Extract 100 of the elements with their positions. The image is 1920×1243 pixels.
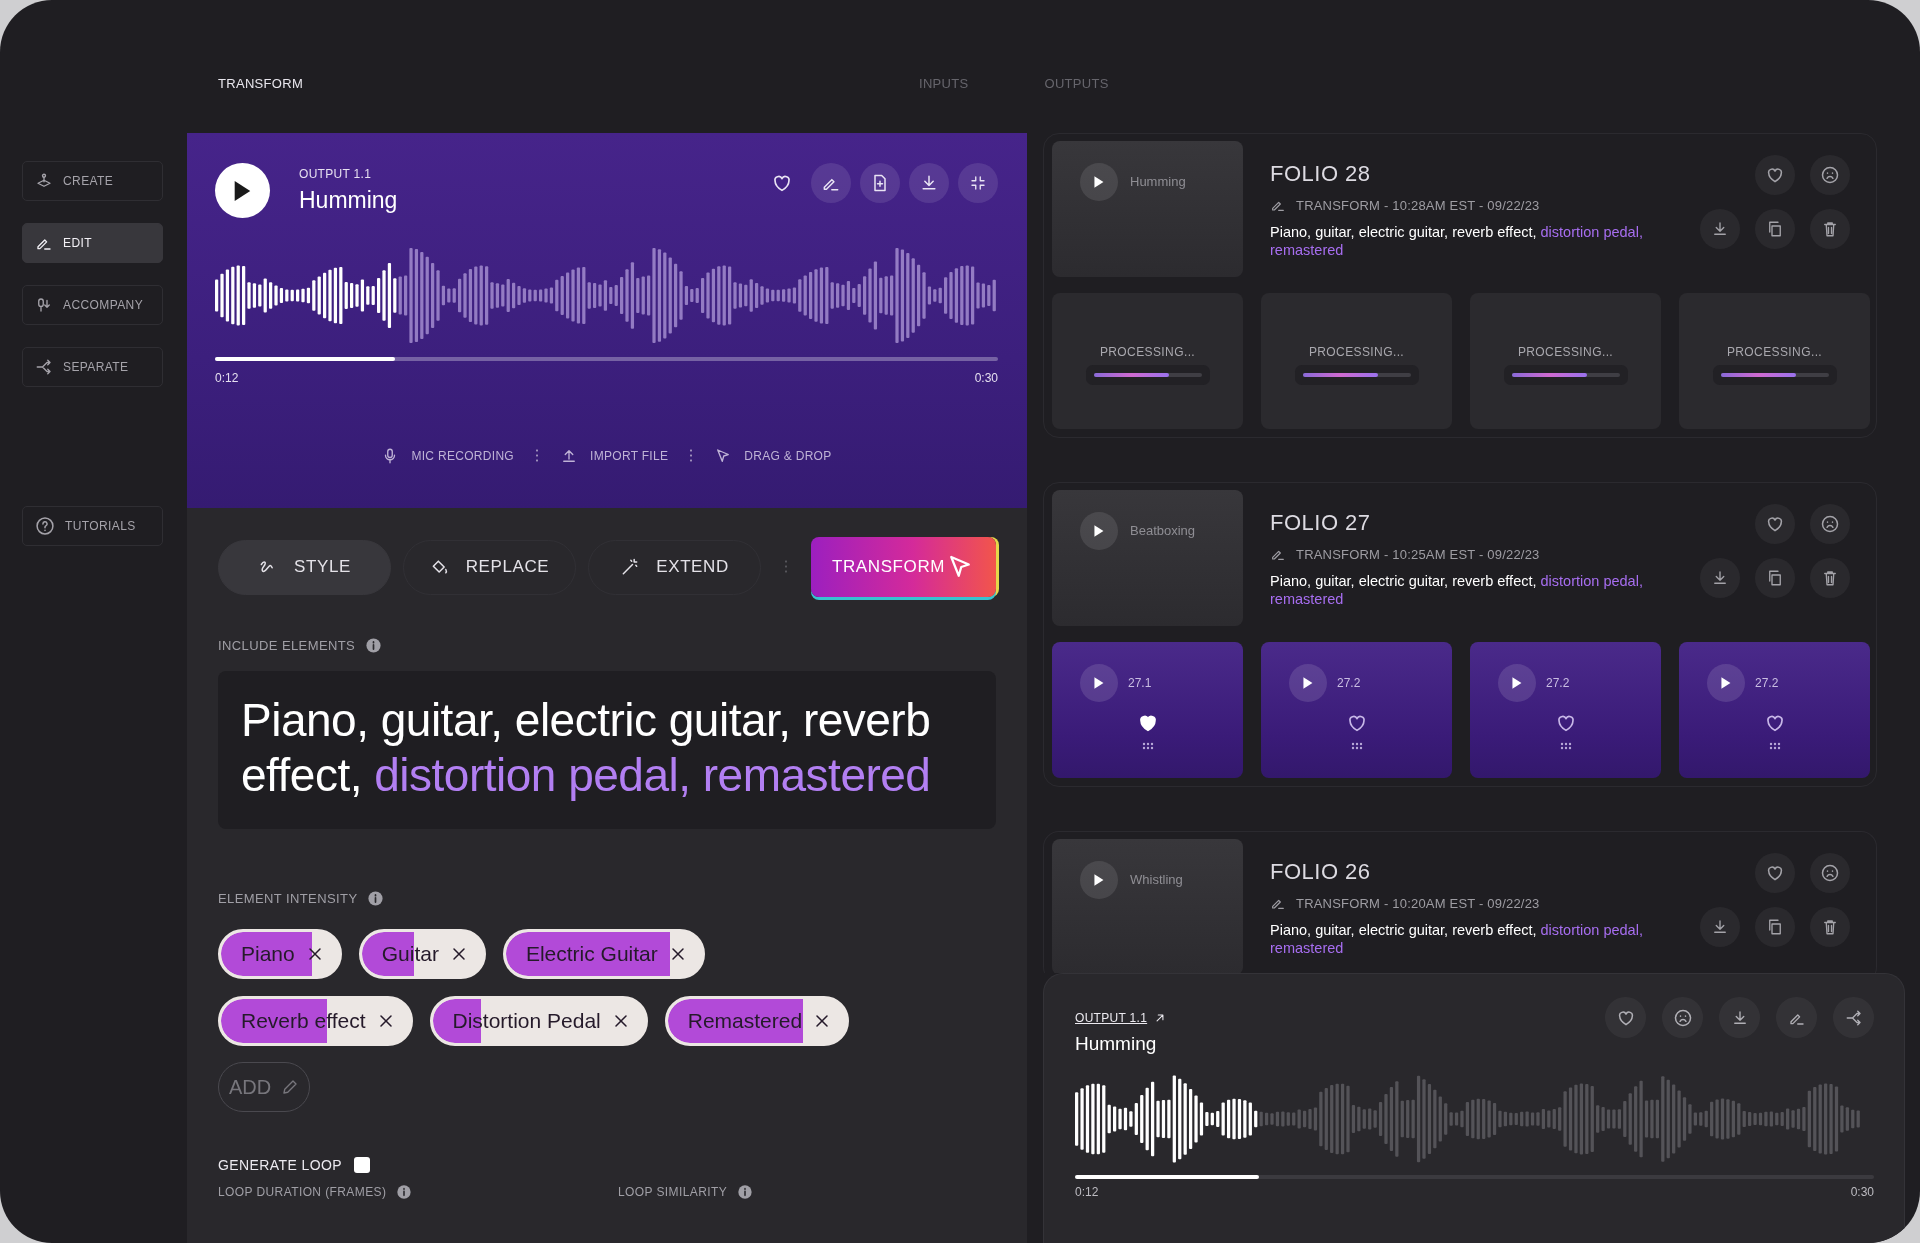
delete-button[interactable] xyxy=(1810,907,1850,947)
time-total: 0:30 xyxy=(974,371,998,385)
input-name: Beatboxing xyxy=(1130,523,1196,538)
section-label: INCLUDE ELEMENTS xyxy=(218,638,356,653)
like-button[interactable] xyxy=(1755,504,1795,544)
folio-meta: TRANSFORM - 10:20AM EST - 09/22/23 xyxy=(1296,895,1540,911)
source-option[interactable]: DRAG & DROP xyxy=(714,447,832,465)
input-name: Whistling xyxy=(1130,872,1183,887)
info-icon[interactable] xyxy=(367,890,385,907)
source-option[interactable]: IMPORT FILE xyxy=(560,447,669,465)
like-button[interactable] xyxy=(1755,853,1795,893)
like-button[interactable] xyxy=(1605,997,1646,1038)
output-name: 27.2 xyxy=(1755,676,1779,690)
play-button[interactable] xyxy=(1080,861,1118,899)
sad-face-icon xyxy=(1820,863,1840,883)
progress-track[interactable] xyxy=(215,357,998,361)
edit-button[interactable] xyxy=(1776,997,1817,1038)
track-title: Humming xyxy=(1075,1033,1158,1055)
transform-button[interactable]: TRANSFORM xyxy=(811,537,996,597)
folio-description: Piano, guitar, electric guitar, reverb effect, distortion pedal, remastered xyxy=(1270,223,1644,259)
play-icon xyxy=(1721,676,1731,690)
output-tile[interactable]: 27.2 xyxy=(1470,642,1661,778)
play-icon xyxy=(1094,524,1104,538)
download-button[interactable] xyxy=(1700,907,1740,947)
dislike-button[interactable] xyxy=(1662,997,1703,1038)
copy-button[interactable] xyxy=(1755,558,1795,598)
download-button[interactable] xyxy=(1700,558,1740,598)
output-name: 27.2 xyxy=(1337,676,1361,690)
dislike-button[interactable] xyxy=(1810,853,1850,893)
play-button[interactable] xyxy=(1080,664,1118,702)
field-label: LOOP DURATION (FRAMES) xyxy=(218,1185,387,1199)
folio-description: Piano, guitar, electric guitar, reverb effect, distortion pedal, remastered xyxy=(1270,572,1644,608)
output-tile[interactable]: 27.1 xyxy=(1052,642,1243,778)
dislike-button[interactable] xyxy=(1810,504,1850,544)
download-button[interactable] xyxy=(1719,997,1760,1038)
processing-label: PROCESSING... xyxy=(1517,345,1614,359)
output-link[interactable]: OUTPUT 1.1 xyxy=(1075,1011,1168,1025)
play-icon xyxy=(1094,175,1104,189)
trash-icon xyxy=(1821,220,1839,238)
download-icon xyxy=(1711,918,1729,936)
section-label: ELEMENT INTENSITY xyxy=(218,891,358,906)
intensity-chip[interactable]: Piano xyxy=(218,929,342,979)
download-button[interactable] xyxy=(909,163,949,203)
field-label: LOOP SIMILARITY xyxy=(618,1185,728,1199)
sidebar-item[interactable]: CREATE xyxy=(22,161,163,201)
input-thumbnail[interactable]: Humming xyxy=(1052,141,1243,277)
edit-button[interactable] xyxy=(811,163,851,203)
copy-button[interactable] xyxy=(1755,907,1795,947)
dislike-button[interactable] xyxy=(1810,155,1850,195)
heart-icon xyxy=(1765,165,1785,185)
play-button[interactable] xyxy=(1498,664,1536,702)
time-total: 0:30 xyxy=(1850,1185,1874,1199)
sidebar-item[interactable]: EDIT xyxy=(22,223,163,263)
sidebar-item[interactable]: TUTORIALS xyxy=(22,506,163,546)
mode-button[interactable]: STYLE xyxy=(218,539,391,595)
input-name: Humming xyxy=(1130,174,1186,189)
track-title: Humming xyxy=(299,187,398,214)
output-label: OUTPUT 1.1 xyxy=(299,167,373,181)
input-thumbnail[interactable]: Beatboxing xyxy=(1052,490,1243,626)
intensity-chip[interactable]: Remastered xyxy=(664,996,850,1046)
like-button[interactable] xyxy=(1755,155,1795,195)
trash-icon xyxy=(1821,569,1839,587)
play-button[interactable] xyxy=(1289,664,1327,702)
output-name: 27.1 xyxy=(1128,676,1152,690)
info-icon[interactable] xyxy=(365,637,383,654)
folio-title: FOLIO 27 xyxy=(1270,510,1372,536)
copy-button[interactable] xyxy=(1755,209,1795,249)
loop-checkbox[interactable] xyxy=(353,1157,370,1173)
source-option[interactable]: MIC RECORDING xyxy=(381,447,514,465)
play-button[interactable] xyxy=(215,163,270,218)
play-icon xyxy=(1512,676,1522,690)
intensity-chip[interactable]: Electric Guitar xyxy=(502,929,705,979)
separate-button[interactable] xyxy=(1833,997,1874,1038)
collapse-button[interactable] xyxy=(958,163,998,203)
add-file-button[interactable] xyxy=(860,163,900,203)
heart-icon xyxy=(1765,514,1785,534)
play-button[interactable] xyxy=(1080,512,1118,550)
download-button[interactable] xyxy=(1700,209,1740,249)
output-name: 27.2 xyxy=(1546,676,1570,690)
time-elapsed: 0:12 xyxy=(1075,1185,1099,1199)
output-tile[interactable]: 27.2 xyxy=(1679,642,1870,778)
info-icon[interactable] xyxy=(396,1184,413,1200)
delete-button[interactable] xyxy=(1810,558,1850,598)
sidebar-item[interactable]: ACCOMPANY xyxy=(22,285,163,325)
collapse-icon xyxy=(969,174,987,192)
play-icon xyxy=(1094,873,1104,887)
folio-title: FOLIO 28 xyxy=(1270,161,1372,187)
folio-description: Piano, guitar, electric guitar, reverb effect, distortion pedal, remastered xyxy=(1270,921,1644,957)
joystick-icon xyxy=(35,172,53,190)
delete-button[interactable] xyxy=(1810,209,1850,249)
copy-icon xyxy=(1766,220,1784,238)
sad-face-icon xyxy=(1820,165,1840,185)
play-button[interactable] xyxy=(1080,163,1118,201)
input-thumbnail[interactable]: Whistling xyxy=(1052,839,1243,973)
elements-text[interactable]: Piano, guitar, electric guitar, reverb effect, distortion pedal, remastered xyxy=(218,671,996,829)
sidebar-item[interactable]: SEPARATE xyxy=(22,347,163,387)
info-icon[interactable] xyxy=(737,1184,754,1200)
sad-face-icon xyxy=(1820,514,1840,534)
output-tile[interactable]: 27.2 xyxy=(1261,642,1452,778)
play-button[interactable] xyxy=(1707,664,1745,702)
